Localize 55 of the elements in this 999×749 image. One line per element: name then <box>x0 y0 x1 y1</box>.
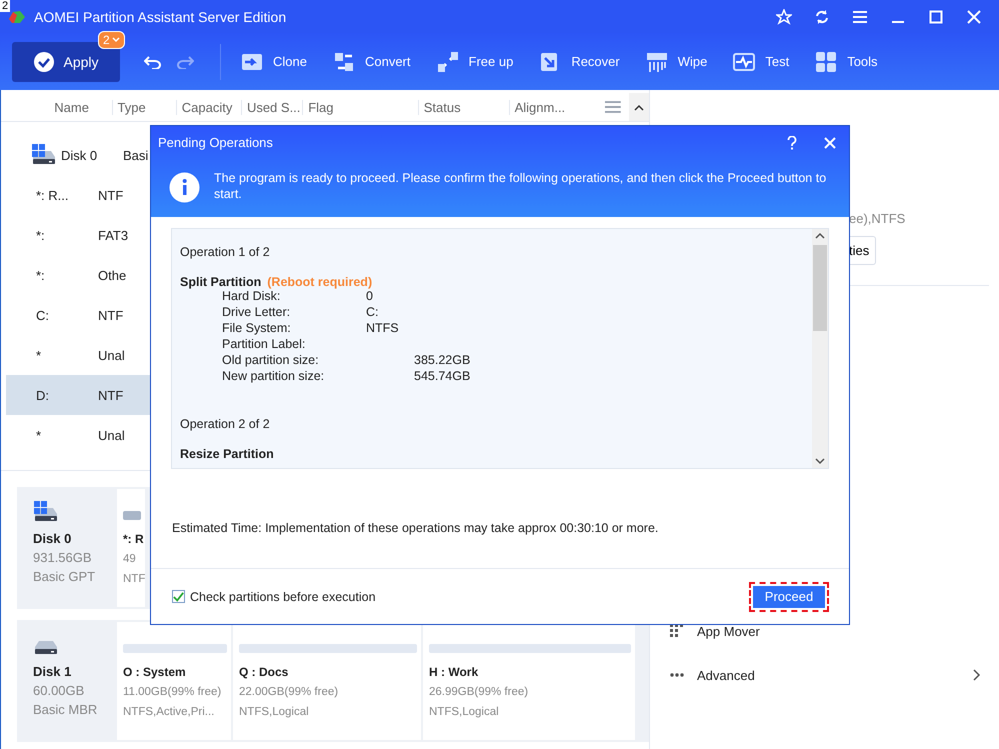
table-cell-text: Disk 0 <box>61 148 98 162</box>
disk-type: Basic GPT <box>33 569 96 584</box>
detail-label: Partition Label: <box>222 337 306 353</box>
partition-size: 26.99GB(99% free) <box>429 685 530 699</box>
table-cell-text: *: <box>36 268 46 282</box>
reboot-note: (Reboot required) <box>267 275 372 289</box>
window-title: AOMEI Partition Assistant Server Edition <box>34 8 288 24</box>
partition-info: ee),NTFS <box>849 211 906 226</box>
detail-label: New partition size: <box>222 369 326 385</box>
detail-label: File System: <box>222 321 292 337</box>
partition-name: O : System <box>123 665 187 679</box>
operation-title: Resize Partition <box>180 447 274 461</box>
detail-label: Old partition size: <box>222 353 320 369</box>
disk-type: Basic MBR <box>33 702 98 717</box>
table-cell-text: *: R... <box>36 188 70 202</box>
partition-name: Q : Docs <box>239 665 290 679</box>
partition-detail: NTFS,Active,Pri... <box>123 705 216 719</box>
info-message: The program is ready to proceed. Please confirm the following operations, and then click the Proceed button to start. <box>214 170 828 202</box>
partition-detail: NTFS,Logical <box>429 705 500 719</box>
table-cell: NTF <box>98 388 124 402</box>
table-cell: Othe <box>98 268 126 282</box>
table-cell: Unal <box>98 428 125 442</box>
operation-heading: Operation 2 of 2 <box>180 417 270 431</box>
partition-name: *: R <box>123 532 141 546</box>
dialog-title: Pending Operations <box>158 135 274 150</box>
operation-title: Split Partition <box>180 275 262 289</box>
detail-value: 385.22GB <box>414 353 470 369</box>
table-cell-text: D: <box>36 388 50 402</box>
table-cell: FAT3 <box>98 228 128 242</box>
partition-detail: NTFS,Logical <box>239 705 310 719</box>
partition-size: 49 <box>123 552 137 566</box>
operation-heading: Operation 1 of 2 <box>180 245 270 259</box>
table-cell-text: * <box>36 428 42 442</box>
table-cell: Unal <box>98 348 125 362</box>
detail-label: Drive Letter: <box>222 305 292 321</box>
disk-name: Disk 0 <box>33 531 72 546</box>
detail-value: NTFS <box>366 321 399 337</box>
table-cell: NTF <box>98 308 124 322</box>
table-cell-text: *: <box>36 228 46 242</box>
disk-size: 931.56GB <box>33 550 93 565</box>
table-cell: Basi <box>123 148 148 162</box>
table-cell-text: C: <box>36 308 50 322</box>
detail-value: C: <box>366 305 378 321</box>
disk-name: Disk 1 <box>33 664 72 679</box>
partition-name: H : Work <box>429 665 480 679</box>
partition-size: 11.00GB(99% free) <box>123 685 222 699</box>
corner-label: 2 <box>0 0 10 12</box>
disk-size: 60.00GB <box>33 683 86 698</box>
table-cell-text: * <box>36 348 42 362</box>
partition-size: 22.00GB(99% free) <box>239 685 340 699</box>
table-cell: NTF <box>98 188 124 202</box>
detail-value: 545.74GB <box>414 369 470 385</box>
detail-value: 0 <box>366 289 373 305</box>
estimated-time: Estimated Time: Implementation of these operations may take approx 00:30:10 or more. <box>172 521 658 535</box>
detail-label: Hard Disk: <box>222 289 282 305</box>
